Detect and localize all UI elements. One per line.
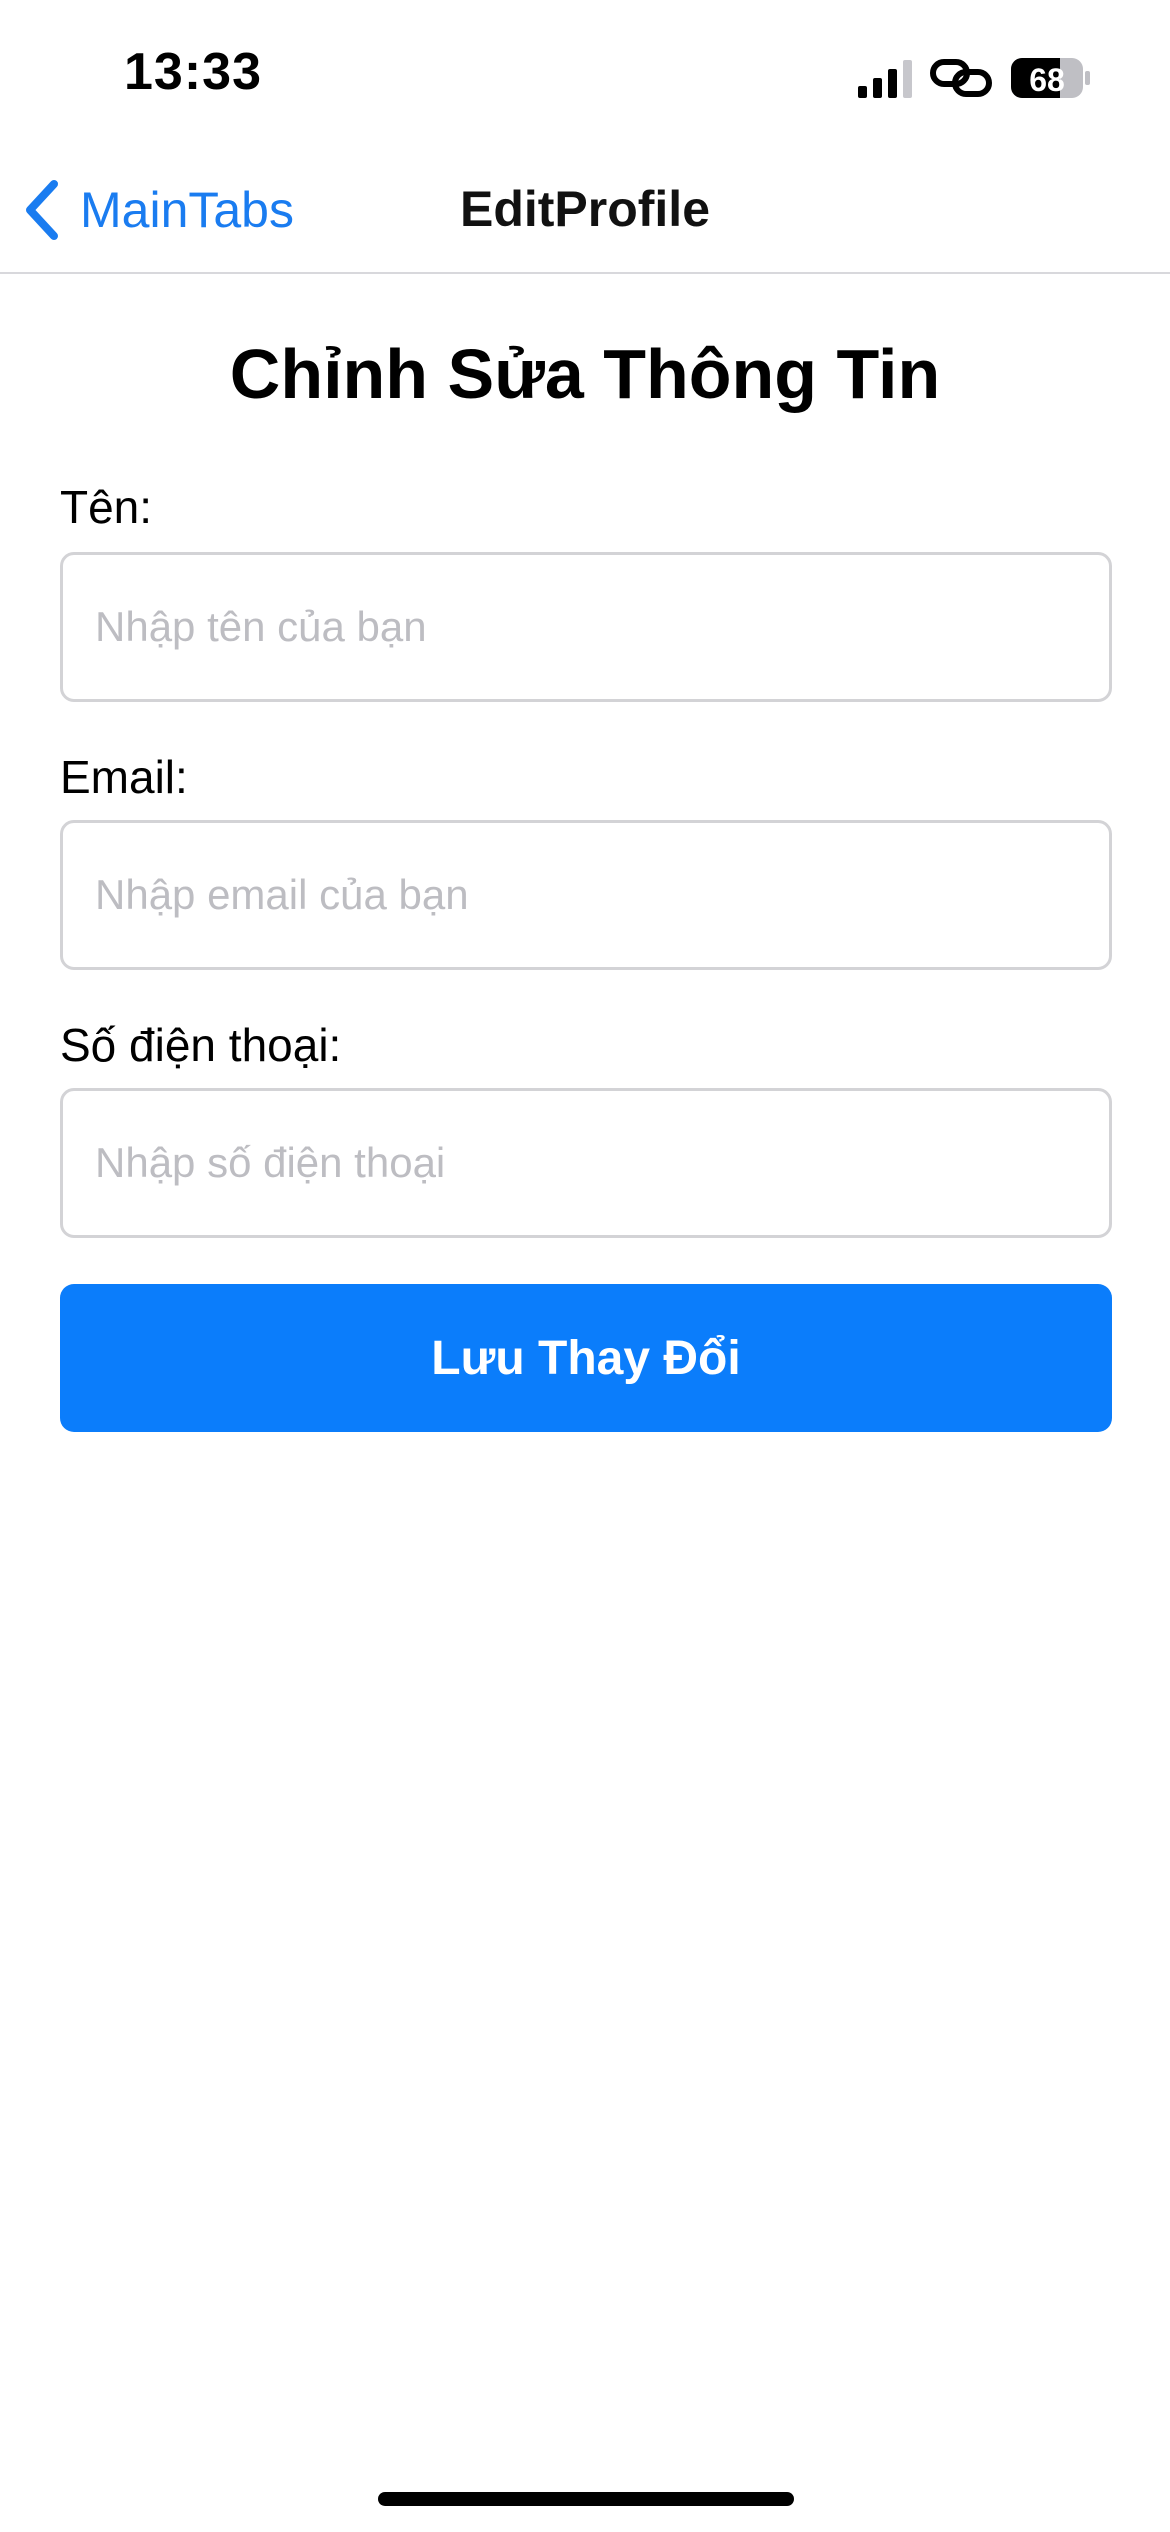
edit-profile-screen: 13:33 68 MainTabs EditProfile Chỉnh Sửa … [0, 0, 1170, 2532]
name-input[interactable] [60, 552, 1112, 702]
battery-level: 68 [1029, 62, 1065, 98]
phone-label: Số điện thoại: [60, 1019, 342, 1071]
phone-input[interactable] [60, 1088, 1112, 1238]
email-label: Email: [60, 751, 188, 803]
email-input[interactable] [60, 820, 1112, 970]
save-changes-button[interactable]: Lưu Thay Đổi [60, 1284, 1112, 1432]
navigation-bar: MainTabs EditProfile [0, 150, 1170, 274]
battery-icon: 68 [1010, 56, 1092, 100]
signal-icon [858, 60, 912, 98]
nav-title: EditProfile [459, 181, 711, 237]
link-icon [930, 59, 992, 97]
status-time: 13:33 [124, 43, 262, 101]
home-indicator[interactable] [378, 2492, 794, 2506]
name-label: Tên: [60, 481, 153, 533]
status-bar: 13:33 68 [0, 0, 1170, 150]
page-title: Chỉnh Sửa Thông Tin [229, 335, 941, 413]
